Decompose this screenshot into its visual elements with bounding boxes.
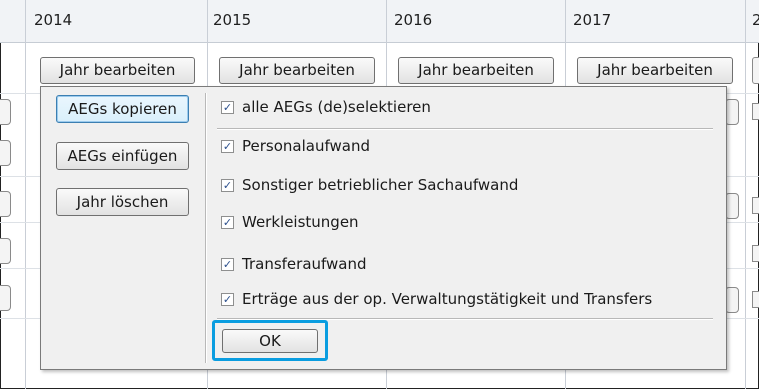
row-checkbox-partial[interactable]	[752, 103, 759, 120]
aeg-item-ertraege[interactable]: ✓ Erträge aus der op. Verwaltungstätigke…	[221, 288, 652, 310]
row-control-partial[interactable]	[0, 285, 11, 311]
aeg-item-label: Sonstiger betrieblicher Sachaufwand	[242, 176, 519, 194]
select-all-row[interactable]: ✓ alle AEGs (de)selektieren	[221, 96, 431, 118]
aeg-item-label: Erträge aus der op. Verwaltungstätigkeit…	[242, 290, 653, 308]
year-2017-header: 2017	[573, 11, 612, 29]
checkmark-icon[interactable]: ✓	[221, 257, 234, 271]
row-control-partial[interactable]	[0, 140, 11, 166]
row-checkbox-partial[interactable]	[752, 291, 759, 308]
row-control-partial[interactable]	[0, 191, 11, 217]
checkmark-icon[interactable]: ✓	[221, 292, 234, 306]
year-2014-header: 2014	[34, 11, 73, 29]
year-header-row: 2014 2015 2016 2017 2	[0, 0, 759, 43]
row-checkbox-partial[interactable]	[752, 197, 759, 214]
row-control-partial[interactable]	[725, 193, 739, 219]
aeg-item-label: Werkleistungen	[242, 213, 359, 231]
aeg-item-sachaufwand[interactable]: ✓ Sonstiger betrieblicher Sachaufwand	[221, 174, 518, 196]
aeg-selection-popup: AEGs kopieren AEGs einfügen Jahr löschen…	[40, 86, 727, 370]
checkmark-icon[interactable]: ✓	[221, 178, 234, 192]
vertical-separator	[205, 93, 207, 363]
aeg-item-label: Personalaufwand	[242, 137, 370, 155]
checkmark-icon[interactable]: ✓	[221, 215, 234, 229]
checkmark-icon[interactable]: ✓	[221, 100, 234, 114]
aeg-item-personalaufwand[interactable]: ✓ Personalaufwand	[221, 135, 370, 157]
aeg-item-transferaufwand[interactable]: ✓ Transferaufwand	[221, 253, 367, 275]
paste-aegs-button[interactable]: AEGs einfügen	[56, 142, 189, 170]
row-control-partial[interactable]	[725, 99, 739, 125]
ok-button-highlight: OK	[212, 320, 328, 361]
delete-year-button[interactable]: Jahr löschen	[56, 188, 189, 216]
edit-year-2017-button[interactable]: Jahr bearbeiten	[577, 57, 733, 84]
horizontal-separator	[217, 128, 713, 130]
row-control-partial[interactable]	[0, 99, 11, 125]
checkmark-icon[interactable]: ✓	[221, 139, 234, 153]
edit-year-2015-button[interactable]: Jahr bearbeiten	[219, 57, 375, 84]
row-control-partial[interactable]	[725, 287, 739, 313]
year-2015-header: 2015	[213, 11, 252, 29]
aeg-item-werkleistungen[interactable]: ✓ Werkleistungen	[221, 211, 359, 233]
edit-year-2018-button-partial[interactable]	[752, 57, 759, 84]
row-control-partial[interactable]	[0, 238, 11, 264]
year-2016-header: 2016	[394, 11, 433, 29]
edit-year-2016-button[interactable]: Jahr bearbeiten	[398, 57, 554, 84]
copy-aegs-button[interactable]: AEGs kopieren	[56, 95, 189, 123]
year-2018-header: 2	[752, 11, 759, 29]
row-checkbox-partial[interactable]	[752, 245, 759, 262]
select-all-label: alle AEGs (de)selektieren	[242, 98, 431, 116]
ok-button[interactable]: OK	[222, 329, 318, 353]
edit-year-2014-button[interactable]: Jahr bearbeiten	[40, 57, 195, 84]
column-divider	[745, 0, 746, 389]
column-divider	[25, 0, 26, 389]
aeg-item-label: Transferaufwand	[242, 255, 367, 273]
